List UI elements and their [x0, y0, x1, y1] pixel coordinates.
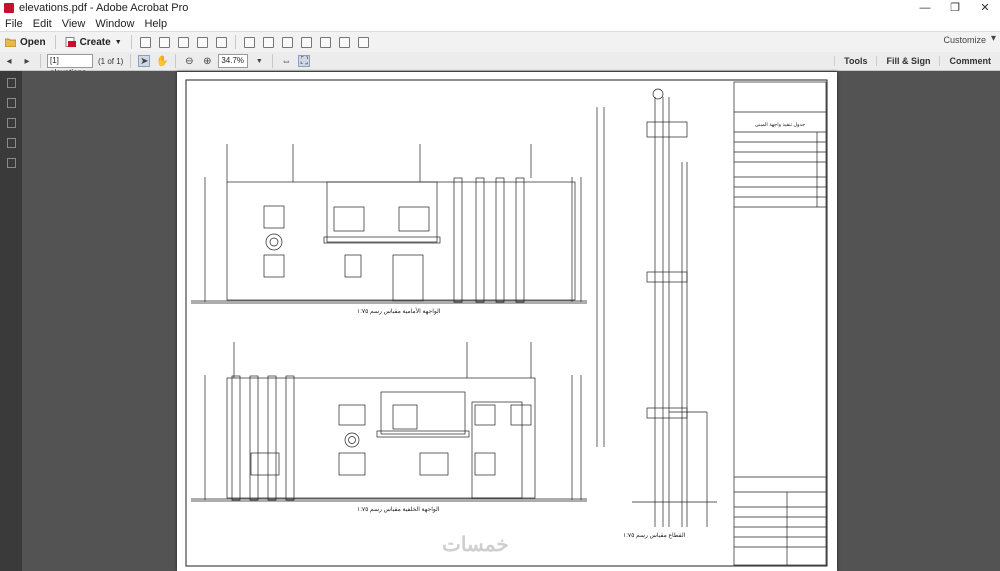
left-navigation-panel — [0, 71, 22, 571]
toolbar-separator — [130, 54, 132, 68]
zoom-dropdown-icon[interactable]: ▼ — [253, 55, 265, 67]
tools-pane-button[interactable]: Tools — [834, 56, 876, 66]
comment-pane-button[interactable]: Comment — [939, 56, 1000, 66]
open-button-label: Open — [20, 36, 46, 48]
email-icon[interactable] — [215, 36, 227, 48]
menu-file[interactable]: File — [0, 18, 28, 30]
select-cursor-icon[interactable]: ➤ — [138, 55, 151, 67]
expand-toolbar-icon[interactable]: ▾ — [991, 33, 996, 44]
zoom-in-icon[interactable]: ⊕ — [201, 55, 213, 67]
cloud-upload-icon[interactable] — [158, 36, 170, 48]
maximize-button[interactable]: ❐ — [940, 0, 970, 16]
chevron-down-icon: ▼ — [114, 38, 122, 46]
hand-tool-icon[interactable]: ✋ — [156, 55, 168, 67]
front-elevation — [191, 144, 587, 304]
create-button-label: Create — [79, 36, 111, 48]
print-icon[interactable] — [177, 36, 189, 48]
acrobat-app-icon — [4, 3, 14, 13]
menu-view[interactable]: View — [57, 18, 91, 30]
page-number-field[interactable]: [1] elevations — [47, 54, 93, 77]
title-block — [733, 81, 827, 566]
rear-elevation — [191, 342, 587, 502]
task-panes: Tools Fill & Sign Comment — [834, 52, 1000, 70]
menu-bar: File Edit View Window Help — [0, 16, 1000, 31]
close-button[interactable]: ✕ — [970, 0, 1000, 16]
next-page-icon[interactable]: ▸ — [21, 55, 33, 67]
toolbar-separator — [130, 35, 132, 49]
page-count: (1 of 1) — [98, 56, 124, 66]
combine-files-icon[interactable] — [338, 36, 350, 48]
wall-section-detail — [596, 88, 717, 527]
zoom-level-field[interactable]: 34.7% — [218, 54, 249, 68]
menu-window[interactable]: Window — [90, 18, 139, 30]
window-title: elevations.pdf - Adobe Acrobat Pro — [19, 2, 189, 14]
create-button[interactable]: Create ▼ — [60, 34, 127, 50]
section-caption: القطاع مقياس رسم ١:٧٥ — [623, 533, 686, 539]
bookmarks-icon[interactable] — [6, 98, 16, 108]
customize-menu[interactable]: Customize — [943, 35, 986, 45]
title-bar: elevations.pdf - Adobe Acrobat Pro — [0, 0, 1000, 16]
stamp-icon[interactable] — [357, 36, 369, 48]
rear-elevation-caption: الواجهة الخلفية مقياس رسم ١:٧٥ — [357, 507, 440, 513]
layers-icon[interactable] — [6, 138, 16, 148]
folder-icon — [4, 37, 17, 48]
toolbar-separator — [175, 54, 177, 68]
attachment-paperclip-icon[interactable] — [6, 118, 16, 128]
front-elevation-caption: الواجهة الأمامية مقياس رسم ١:٧٥ — [357, 309, 441, 315]
document-tools-icon[interactable] — [300, 36, 312, 48]
toolbar-separator — [234, 35, 236, 49]
toolbar-separator — [54, 35, 56, 49]
menu-edit[interactable]: Edit — [28, 18, 57, 30]
main-toolbar: Open Create ▼ — [0, 31, 1000, 53]
open-button[interactable]: Open — [0, 34, 51, 50]
create-pdf-icon — [65, 37, 76, 47]
window-controls: — ❐ ✕ — [910, 0, 1000, 16]
pdf-page[interactable]: الواجهة الأمامية مقياس رسم ١:٧٥ الواجهة … — [177, 72, 837, 571]
fit-page-icon[interactable]: ⛶ — [298, 55, 311, 67]
fit-width-icon[interactable]: ⇔ — [280, 55, 292, 67]
watermark-logo: خمسات — [442, 534, 509, 556]
save-icon[interactable] — [139, 36, 151, 48]
highlight-pen-icon[interactable] — [281, 36, 293, 48]
architectural-drawing — [185, 79, 828, 567]
toolbar-separator — [40, 54, 41, 68]
page-thumbnails-icon[interactable] — [6, 78, 16, 88]
fill-sign-pane-button[interactable]: Fill & Sign — [876, 56, 939, 66]
previous-page-icon[interactable]: ◂ — [3, 55, 15, 67]
zoom-out-icon[interactable]: ⊖ — [183, 55, 195, 67]
menu-help[interactable]: Help — [139, 18, 172, 30]
settings-gear-icon[interactable] — [243, 36, 255, 48]
comment-bubble-icon[interactable] — [262, 36, 274, 48]
signatures-icon[interactable] — [6, 158, 16, 168]
edit-document-icon[interactable] — [196, 36, 208, 48]
export-pdf-icon[interactable] — [319, 36, 331, 48]
title-block-header: جدول تنفيذ واجهة المبنى — [754, 122, 806, 128]
minimize-button[interactable]: — — [910, 0, 940, 16]
toolbar-separator — [272, 54, 274, 68]
